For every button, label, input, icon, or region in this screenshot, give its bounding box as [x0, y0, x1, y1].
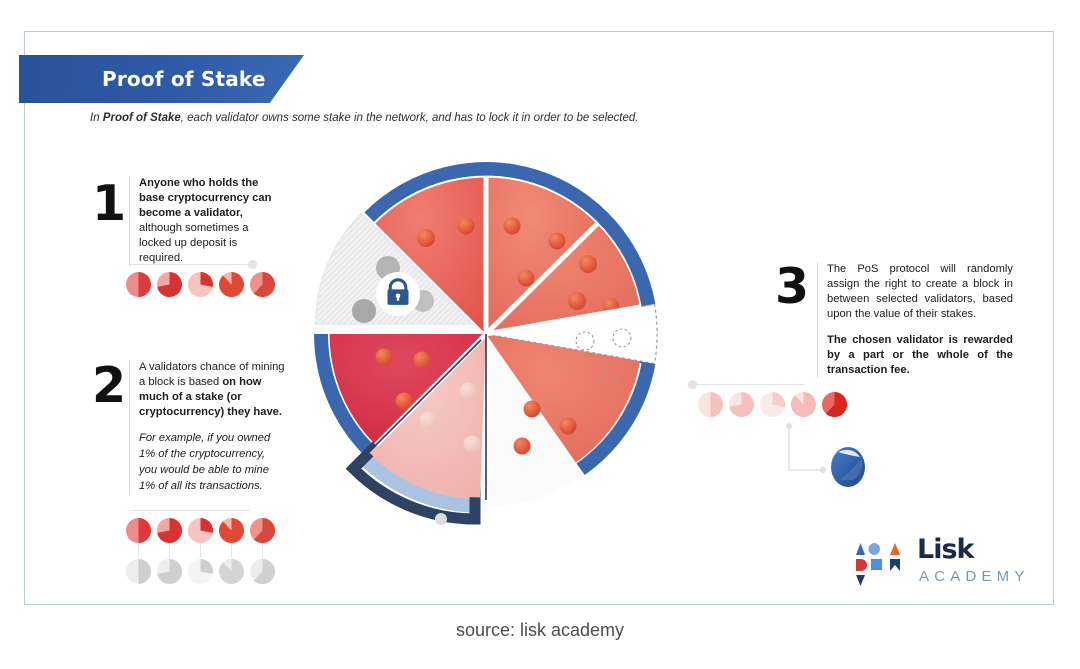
pie-icon [822, 392, 847, 422]
pie-icon [250, 559, 275, 589]
proof-of-stake-pizza-chart [300, 148, 672, 530]
pie-icon [218, 559, 244, 589]
step-3-bold: The chosen validator is rewarded by a pa… [827, 334, 1013, 376]
subtitle: In Proof of Stake, each validator owns s… [90, 110, 850, 126]
logo-subtitle: ACADEMY [919, 568, 1030, 585]
pie-link-line [262, 544, 263, 558]
pie-link-line [138, 544, 139, 558]
source-caption: source: lisk academy [455, 620, 625, 640]
pie-icon [126, 272, 151, 302]
step-1-number: 1 [92, 175, 126, 232]
pie-icon [698, 392, 723, 422]
pie-icon [218, 272, 244, 302]
pizza-svg [314, 162, 658, 525]
subtitle-rest: , each validator owns some stake in the … [180, 112, 639, 124]
logo-mark-icon [856, 543, 900, 586]
infographic-canvas: Proof of Stake In Proof of Stake, each v… [0, 0, 1080, 669]
step-1-bold: Anyone who holds the base cryptocurrency… [139, 177, 272, 219]
pie-icon [760, 392, 786, 422]
lisk-academy-logo: Lisk ACADEMY [852, 534, 1032, 592]
pie-icon [729, 392, 754, 422]
selection-flow [688, 380, 878, 492]
step-2-pie-rows [126, 510, 286, 589]
subtitle-bold: Proof of Stake [102, 112, 181, 124]
pie-icon [188, 272, 214, 302]
connector-dot [248, 260, 257, 269]
logo-wordmark: Lisk [917, 534, 974, 565]
node-dot [352, 299, 376, 323]
connector-dot [688, 380, 697, 389]
step-2-number: 2 [92, 357, 126, 414]
pie-icon [157, 559, 182, 589]
pie-link-line [200, 544, 201, 558]
anchor-dot [435, 513, 447, 525]
connector-line [130, 510, 250, 511]
connector-line [130, 264, 248, 265]
page-title: Proof of Stake [102, 67, 266, 91]
blue-block-shape [831, 447, 865, 487]
step-2-text: A validators chance of mining a block is… [129, 360, 285, 495]
connector-line [696, 384, 804, 385]
pie-icon [250, 272, 275, 302]
step-1-pie-row [126, 260, 276, 302]
step-2-normal: A validators chance of mining a block is… [139, 361, 285, 388]
step-1-normal: although sometimes a locked up deposit i… [139, 222, 249, 264]
subtitle-lead: In [90, 112, 103, 124]
step-2-italic: For example, if you owned 1% of the cryp… [139, 432, 271, 492]
title-banner: Proof of Stake [19, 55, 304, 103]
pie-icon [157, 272, 182, 302]
step-3-normal: The PoS protocol will randomly assign th… [827, 263, 1013, 320]
pie-link-line [169, 544, 170, 558]
step-3-text: The PoS protocol will randomly assign th… [817, 262, 1013, 378]
step-1-text: Anyone who holds the base cryptocurrency… [129, 176, 275, 266]
pie-icon [188, 559, 214, 589]
pie-icon [790, 392, 816, 422]
step-3-number: 3 [775, 258, 809, 315]
pie-icon [126, 559, 151, 589]
pie-link-line [231, 544, 232, 558]
